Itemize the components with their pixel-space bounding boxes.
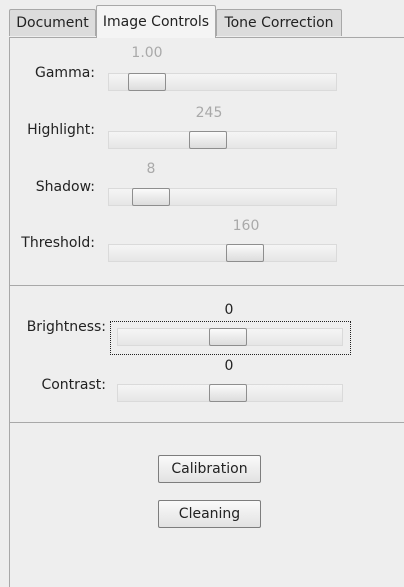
threshold-value: 160 <box>232 218 260 234</box>
shadow-slider-thumb[interactable] <box>132 188 170 206</box>
shadow-value: 8 <box>146 161 156 177</box>
highlight-slider-thumb[interactable] <box>189 131 227 149</box>
section-divider <box>10 422 404 423</box>
brightness-value: 0 <box>224 302 234 318</box>
threshold-slider-thumb[interactable] <box>226 244 264 262</box>
image-controls-panel: 1.00 Gamma: 245 Highlight: 8 Shadow: 160… <box>9 37 404 587</box>
contrast-slider-thumb[interactable] <box>209 384 247 402</box>
tab-bar: Document Image Controls Tone Correction <box>0 0 404 38</box>
threshold-label: Threshold: <box>21 235 95 251</box>
gamma-slider-thumb[interactable] <box>128 73 166 91</box>
threshold-slider-track[interactable] <box>108 244 337 262</box>
section-divider <box>10 285 404 286</box>
contrast-label: Contrast: <box>41 377 106 393</box>
highlight-label: Highlight: <box>27 122 95 138</box>
gamma-value: 1.00 <box>131 45 163 61</box>
cleaning-button[interactable]: Cleaning <box>158 500 261 528</box>
brightness-label: Brightness: <box>26 319 106 335</box>
tab-tone-correction[interactable]: Tone Correction <box>216 9 342 36</box>
highlight-value: 245 <box>195 105 223 121</box>
shadow-label: Shadow: <box>35 179 95 195</box>
tab-image-controls[interactable]: Image Controls <box>96 5 216 38</box>
contrast-value: 0 <box>224 358 234 374</box>
tab-document[interactable]: Document <box>9 9 96 36</box>
calibration-button[interactable]: Calibration <box>158 455 261 483</box>
gamma-label: Gamma: <box>35 65 95 81</box>
brightness-slider-thumb[interactable] <box>209 328 247 346</box>
